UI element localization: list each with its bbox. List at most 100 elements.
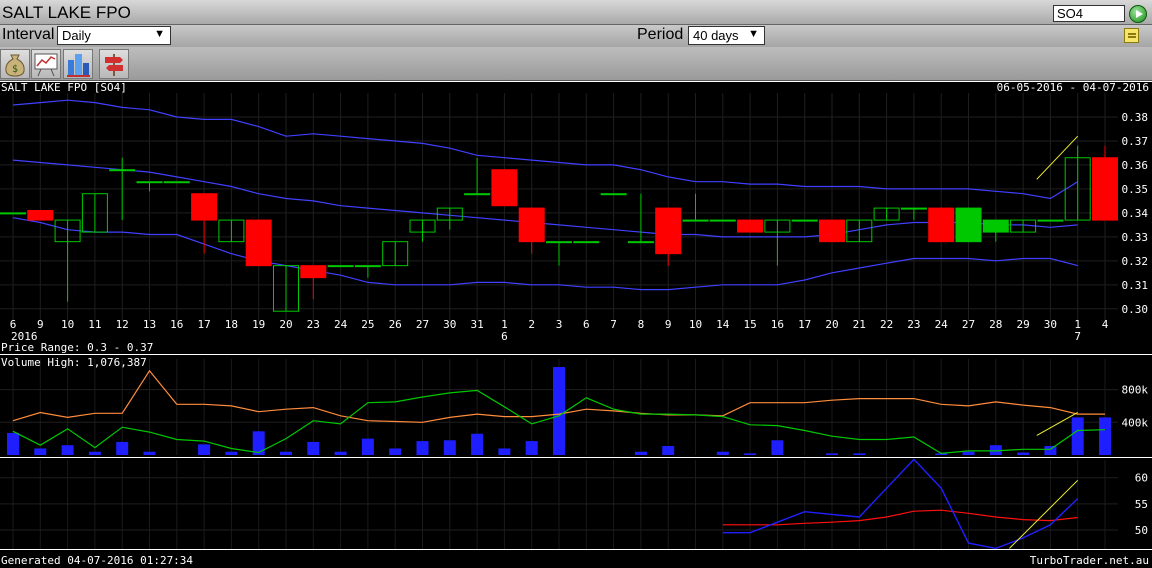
volume-bar <box>61 445 74 455</box>
candle-body-down <box>300 265 327 279</box>
volume-bar <box>744 453 757 455</box>
dropdown-arrow-icon: ▼ <box>748 28 759 40</box>
date-tick-label: 9 <box>665 318 672 331</box>
toolbar: $ <box>0 47 1152 81</box>
volume-bar <box>1071 417 1084 455</box>
candle-body-up <box>791 219 818 222</box>
interval-value: Daily <box>62 28 91 43</box>
chart-area: 0.30 0.31 0.32 0.33 0.34 0.35 0.36 0.37 0.38 400k… <box>0 81 1152 568</box>
date-tick-label: 23 <box>307 318 320 331</box>
date-tick-label: 27 <box>416 318 429 331</box>
candle-body-up <box>354 265 381 268</box>
date-tick-label: 22 <box>880 318 893 331</box>
candle-body-down <box>655 207 682 255</box>
date-tick-label: 7 <box>610 318 617 331</box>
date-tick-label: 30 <box>1044 318 1057 331</box>
candle-body-up <box>327 265 354 268</box>
date-tick-label: 30 <box>443 318 456 331</box>
date-tick-label: 19 <box>252 318 265 331</box>
date-tick-label: 15 <box>743 318 756 331</box>
candle-body-up-filled <box>983 220 1009 233</box>
money-bag-icon: $ <box>5 54 25 77</box>
chart-board-button[interactable] <box>31 49 61 79</box>
go-button[interactable] <box>1129 5 1147 23</box>
volume-bar <box>361 438 374 455</box>
date-tick-label: 24 <box>935 318 949 331</box>
date-tick-label: 3 <box>556 318 563 331</box>
price-tick-label: 0.32 <box>1122 255 1149 268</box>
period-select[interactable]: 40 days ▼ <box>688 26 765 45</box>
volume-bar <box>416 441 429 455</box>
volume-bar <box>1099 417 1111 455</box>
candle-body-up <box>464 193 491 196</box>
candle-body-up <box>546 241 572 244</box>
svg-text:$: $ <box>12 64 18 75</box>
date-tick-label: 28 <box>989 318 1002 331</box>
interval-label: Interval <box>2 26 55 43</box>
date-tick-label: 23 <box>907 318 920 331</box>
date-tick-label: 18 <box>225 318 238 331</box>
volume-bar <box>498 448 511 455</box>
date-tick-label: 2 <box>528 318 535 331</box>
volume-bar <box>88 451 101 455</box>
osc-tick-label: 50 <box>1135 524 1148 537</box>
candle-body-down <box>928 207 955 243</box>
candle-body-down <box>737 219 764 233</box>
volume-bar <box>716 451 729 455</box>
price-tick-label: 0.33 <box>1122 231 1149 244</box>
date-tick-label: 16 <box>170 318 183 331</box>
candle-body-down <box>518 207 545 243</box>
site-caption: TurboTrader.net.au <box>1030 554 1149 567</box>
volume-bar <box>116 441 129 455</box>
interval-select[interactable]: Daily ▼ <box>57 26 171 45</box>
volume-bar <box>334 451 347 455</box>
candle-body-up <box>900 207 927 210</box>
volume-bar <box>826 453 838 455</box>
volume-bar <box>389 448 402 455</box>
volume-bar <box>471 433 484 455</box>
candle-body-down <box>245 219 272 267</box>
signpost-button[interactable] <box>99 49 129 79</box>
date-tick-label: 13 <box>143 318 156 331</box>
price-tick-label: 0.34 <box>1122 207 1149 220</box>
candle-body-down <box>191 193 218 221</box>
price-chart: 0.30 0.31 0.32 0.33 0.34 0.35 0.36 0.37 0.38 400k… <box>0 81 1152 567</box>
date-tick-label: 10 <box>61 318 74 331</box>
candle-body-up <box>600 193 627 196</box>
date-tick-label: 27 <box>962 318 975 331</box>
date-sublabel: 6 <box>501 330 508 343</box>
price-tick-label: 0.38 <box>1122 111 1149 124</box>
date-tick-label: 8 <box>638 318 645 331</box>
money-bag-button[interactable]: $ <box>0 49 30 79</box>
date-tick-label: 25 <box>361 318 374 331</box>
date-tick-label: 6 <box>583 318 590 331</box>
buildings-button[interactable] <box>63 49 93 79</box>
price-tick-label: 0.36 <box>1122 159 1149 172</box>
candle-body-up <box>163 181 190 184</box>
date-tick-label: 17 <box>798 318 811 331</box>
notepad-icon[interactable] <box>1124 28 1139 43</box>
volume-bar <box>280 451 292 455</box>
volume-bar <box>525 441 538 455</box>
period-value: 40 days <box>693 28 739 43</box>
symbol-input[interactable] <box>1053 5 1125 22</box>
candle-body-down <box>819 219 845 243</box>
candle-body-up <box>1037 219 1064 222</box>
security-title: SALT LAKE FPO <box>2 3 131 22</box>
volume-bar <box>1044 446 1057 455</box>
dropdown-arrow-icon: ▼ <box>154 28 165 40</box>
volume-trend-line <box>1036 412 1078 436</box>
candle-body-up-filled <box>956 208 981 242</box>
volume-bar <box>225 451 238 455</box>
candle-body-up <box>682 219 709 222</box>
volume-bar <box>1017 452 1030 455</box>
price-tick-label: 0.30 <box>1122 303 1149 316</box>
date-tick-label: 20 <box>825 318 838 331</box>
date-tick-label: 9 <box>37 318 44 331</box>
date-tick-label: 10 <box>689 318 702 331</box>
candle-body-up <box>627 241 654 244</box>
volume-bar <box>662 446 675 455</box>
date-tick-label: 16 <box>771 318 784 331</box>
oscillator-trend-line <box>1009 479 1079 549</box>
volume-bar <box>34 448 47 455</box>
